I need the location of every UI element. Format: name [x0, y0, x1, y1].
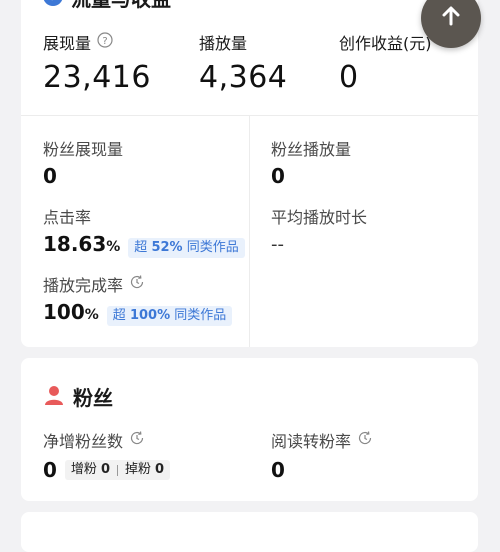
- read-convert-value: 0: [271, 458, 285, 482]
- impressions-value: 23,416: [43, 60, 151, 95]
- metric-avg-duration[interactable]: 平均播放时长 --: [271, 204, 367, 255]
- fan-plays-label: 粉丝播放量: [271, 140, 352, 159]
- svg-text:?: ?: [102, 36, 107, 47]
- gain-value: 0: [100, 462, 110, 477]
- completion-comparison-badge: 超 100% 同类作品: [106, 306, 233, 326]
- separator: [116, 464, 118, 476]
- metric-net-fans[interactable]: 净增粉丝数 0 增粉 0 掉粉 0: [43, 428, 171, 482]
- next-section-card: [21, 512, 478, 552]
- metric-revenue[interactable]: 创作收益(元) 0: [339, 30, 432, 95]
- ctr-value: 18.63: [43, 232, 107, 256]
- metric-impressions[interactable]: 展现量 ? 23,416: [43, 30, 151, 95]
- revenue-label: 创作收益(元): [339, 34, 432, 53]
- net-fans-value: 0: [43, 458, 57, 482]
- plays-label: 播放量: [199, 34, 248, 53]
- loss-value: 0: [155, 462, 165, 477]
- completion-value: 100: [43, 300, 85, 324]
- clock-refresh-icon: [129, 274, 145, 294]
- fan-plays-value: 0: [271, 164, 285, 188]
- chip-prefix: 超: [134, 240, 148, 255]
- divider: [249, 116, 250, 347]
- arrow-up-icon: [439, 4, 463, 32]
- chip-value: 100%: [129, 308, 171, 323]
- fan-impressions-label: 粉丝展现量: [43, 140, 124, 159]
- avg-duration-value: --: [271, 234, 284, 255]
- read-convert-label: 阅读转粉率: [271, 432, 352, 451]
- revenue-value: 0: [339, 60, 359, 95]
- ctr-label: 点击率: [43, 208, 92, 227]
- net-fans-label: 净增粉丝数: [43, 432, 124, 451]
- impressions-label: 展现量: [43, 34, 92, 53]
- traffic-section-title: 流量与收益: [71, 0, 171, 12]
- help-circle-icon[interactable]: ?: [97, 32, 113, 52]
- fans-section-title: 粉丝: [73, 386, 113, 410]
- chip-suffix: 同类作品: [174, 308, 227, 323]
- fan-gain-loss-badge: 增粉 0 掉粉 0: [64, 460, 171, 480]
- traffic-section-header: 流量与收益: [43, 0, 171, 12]
- metric-completion[interactable]: 播放完成率 100% 超 100% 同类作品: [43, 272, 233, 326]
- metric-fan-impressions[interactable]: 粉丝展现量 0: [43, 136, 123, 188]
- ctr-comparison-badge: 超 52% 同类作品: [128, 238, 245, 258]
- loss-label: 掉粉: [124, 462, 151, 477]
- completion-unit: %: [84, 307, 99, 323]
- chip-value: 52%: [151, 240, 183, 255]
- fans-section-header: 粉丝: [43, 382, 113, 411]
- metric-ctr[interactable]: 点击率 18.63% 超 52% 同类作品: [43, 204, 245, 258]
- fans-card: 粉丝 净增粉丝数 0 增粉 0 掉粉 0 阅读转粉率 0: [21, 358, 478, 501]
- chip-prefix: 超: [112, 308, 126, 323]
- fan-impressions-value: 0: [43, 164, 57, 188]
- plays-value: 4,364: [199, 60, 288, 95]
- traffic-card: 流量与收益 展现量 ? 23,416 播放量 4,364 创作收益(元) 0 粉…: [21, 0, 478, 347]
- chip-suffix: 同类作品: [186, 240, 239, 255]
- clock-refresh-icon: [357, 430, 373, 450]
- completion-label: 播放完成率: [43, 276, 124, 295]
- avg-duration-label: 平均播放时长: [271, 208, 368, 227]
- ctr-unit: %: [106, 239, 121, 255]
- metric-fan-plays[interactable]: 粉丝播放量 0: [271, 136, 351, 188]
- gain-label: 增粉: [70, 462, 97, 477]
- check-badge-icon: [43, 0, 63, 10]
- person-icon: [43, 384, 65, 410]
- metric-plays[interactable]: 播放量 4,364: [199, 30, 287, 95]
- metric-read-convert[interactable]: 阅读转粉率 0: [271, 428, 373, 482]
- clock-refresh-icon: [129, 430, 145, 450]
